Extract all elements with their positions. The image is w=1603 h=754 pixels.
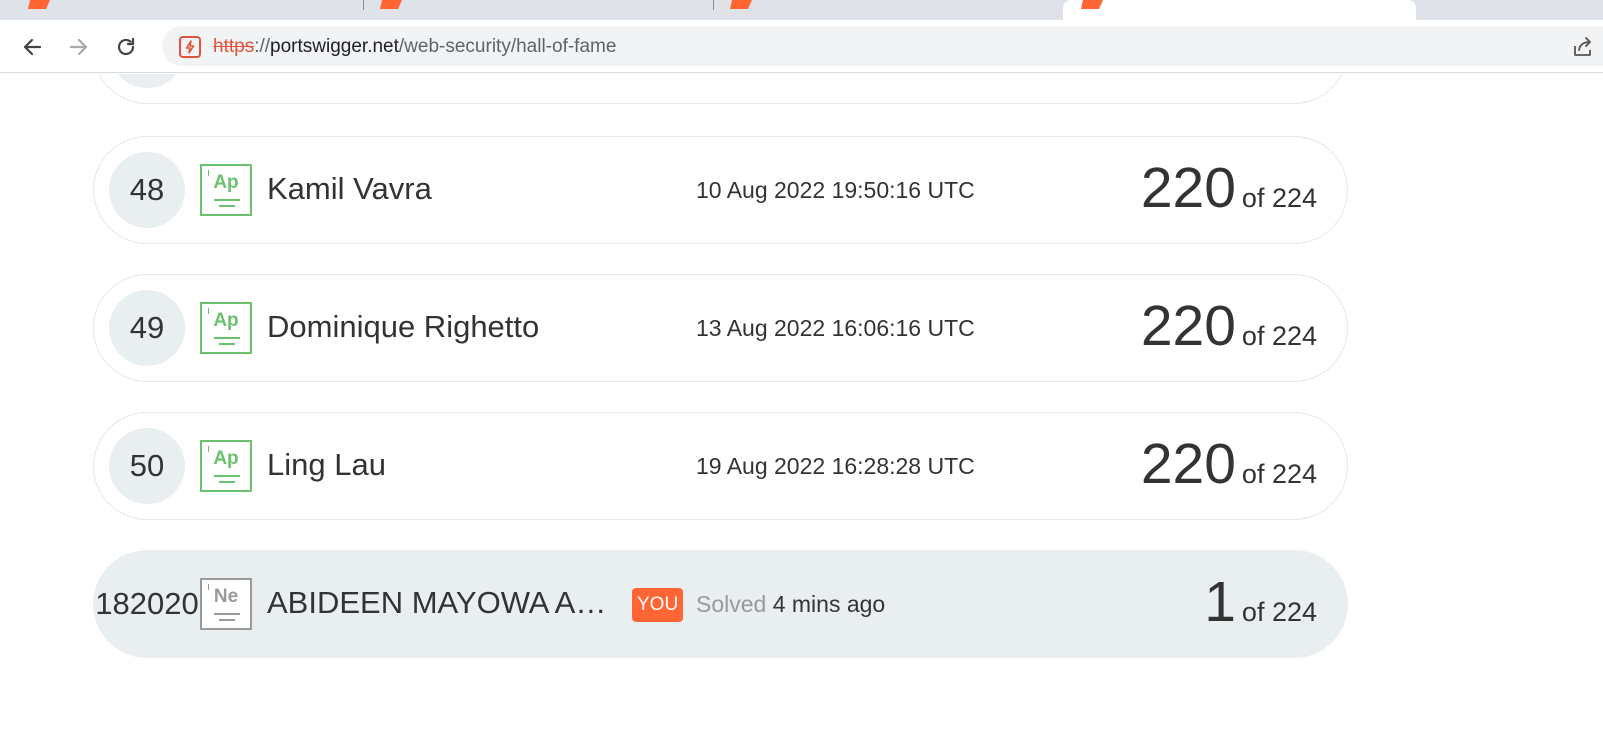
solved-status: Solved 4 mins ago [696,591,885,618]
score-total: of 224 [1241,183,1317,213]
browser-toolbar: https://portswigger.net/web-security/hal… [0,20,1603,73]
portswigger-favicon-icon [1081,0,1103,9]
address-bar[interactable]: https://portswigger.net/web-security/hal… [162,26,1603,66]
reload-icon [117,37,135,56]
leaderboard-row-partial [93,74,1348,104]
apprentice-badge-icon: Ap [200,164,252,216]
user-name: ABIDEEN MAYOWA A… [267,585,607,620]
rank-number: 49 [109,290,185,366]
rank-number: 48 [109,152,185,228]
score-value: 1 [1204,570,1236,634]
score-value: 220 [1140,294,1236,358]
score-value: 220 [1140,156,1236,220]
url-text[interactable]: https://portswigger.net/web-security/hal… [213,36,616,57]
tab-strip [0,0,1603,20]
badge-symbol: Ne [213,586,239,607]
browser-tab[interactable] [1420,0,1603,20]
score: 220 of 224 [1141,155,1317,221]
portswigger-favicon-icon [380,0,402,9]
badge-symbol: Ap [213,172,239,193]
apprentice-badge-icon: Ap [200,440,252,492]
apprentice-badge-icon: Ap [200,302,252,354]
browser-tab-active[interactable] [1063,0,1416,20]
completion-date: 19 Aug 2022 16:28:28 UTC [696,453,975,479]
score: 220 of 224 [1141,431,1317,497]
url-scheme: https [213,36,255,57]
browser-tab[interactable] [28,0,358,20]
completion-date: 13 Aug 2022 16:06:16 UTC [696,315,975,341]
portswigger-favicon-icon [730,0,752,9]
url-separator: :// [254,36,271,57]
rank-number: 50 [109,428,185,504]
browser-tab[interactable] [380,0,710,20]
rank-number: 182020 [95,586,199,621]
back-button[interactable] [17,32,47,62]
solved-ago: 4 mins ago [772,591,886,617]
tab-separator [713,0,714,10]
current-user-row: 182020 Ne ABIDEEN MAYOWA A… YOU Solved 4… [93,550,1348,658]
portswigger-favicon-icon [28,0,50,9]
badge-symbol: Ap [213,310,239,331]
user-name: Ling Lau [267,447,386,482]
share-icon[interactable] [1571,35,1595,59]
score-total: of 224 [1241,459,1317,489]
forward-arrow-icon [69,38,88,56]
you-badge: YOU [632,588,684,622]
user-name: Dominique Righetto [267,309,540,344]
back-arrow-icon [23,38,42,56]
leaderboard-row: 50 Ap Ling Lau 19 Aug 2022 16:28:28 UTC … [93,412,1348,520]
badge-symbol: Ap [213,448,239,469]
solved-label: Solved [696,591,767,617]
browser-tab[interactable] [730,0,1060,20]
score-total: of 224 [1241,321,1317,351]
reload-button[interactable] [111,32,141,62]
leaderboard-row: 48 Ap Kamil Vavra 10 Aug 2022 19:50:16 U… [93,136,1348,244]
not-secure-warning-icon[interactable] [178,35,202,59]
tab-separator [363,0,364,10]
url-host: portswigger.net [270,36,399,57]
rank-circle [109,74,185,88]
user-name: Kamil Vavra [267,171,432,206]
url-path: /web-security/hall-of-fame [398,36,617,57]
hall-of-fame-page: 48 Ap Kamil Vavra 10 Aug 2022 19:50:16 U… [0,74,1603,754]
leaderboard-row: 49 Ap Dominique Righetto 13 Aug 2022 16:… [93,274,1348,382]
score-total: of 224 [1241,597,1317,627]
score: 1 of 224 [1204,569,1317,635]
newcomer-badge-icon: Ne [200,578,252,630]
completion-date: 10 Aug 2022 19:50:16 UTC [696,177,975,203]
score-value: 220 [1140,432,1236,496]
score: 220 of 224 [1141,293,1317,359]
forward-button[interactable] [64,32,94,62]
